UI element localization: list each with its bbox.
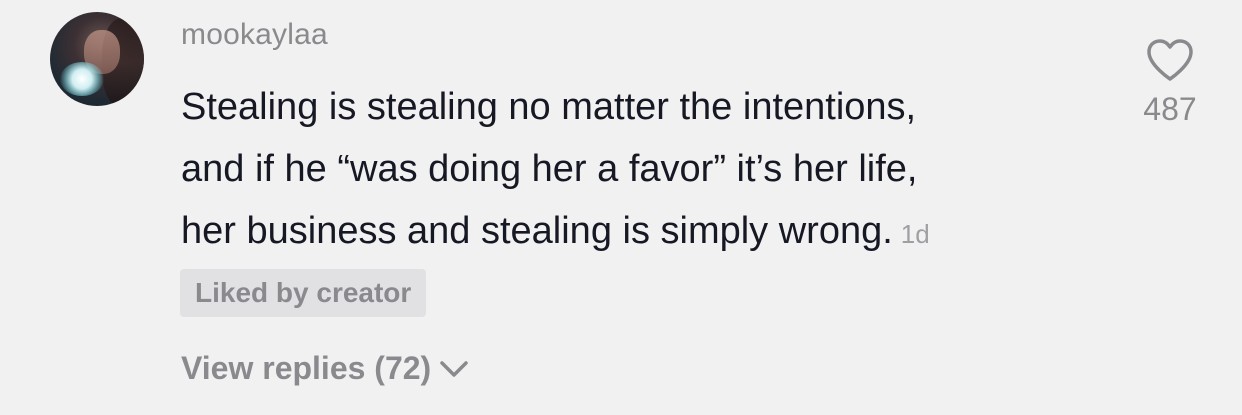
chevron-down-icon — [440, 360, 468, 377]
comment-text: Stealing is stealing no matter the inten… — [181, 76, 1121, 265]
comment-timestamp: 1d — [900, 219, 930, 249]
comment-text-line-last: her business and stealing is simply wron… — [181, 200, 1121, 265]
comment-text-line-content: her business and stealing is simply wron… — [181, 210, 893, 252]
liked-by-creator-badge: Liked by creator — [180, 269, 427, 317]
comment-item: mookaylaa Stealing is stealing no matter… — [0, 0, 1242, 415]
comment-text-line: Stealing is stealing no matter the inten… — [181, 86, 917, 128]
comment-username[interactable]: mookaylaa — [181, 18, 328, 52]
view-replies-button[interactable]: View replies (72) — [181, 350, 471, 387]
heart-icon[interactable] — [1145, 37, 1195, 83]
like-count: 487 — [1143, 91, 1197, 127]
view-replies-label: View replies (72) — [181, 350, 432, 386]
avatar-glow — [60, 62, 104, 96]
comment-text-line: and if he “was doing her a favor” it’s h… — [181, 148, 918, 190]
avatar[interactable] — [50, 12, 144, 106]
like-area: 487 — [1138, 37, 1202, 128]
